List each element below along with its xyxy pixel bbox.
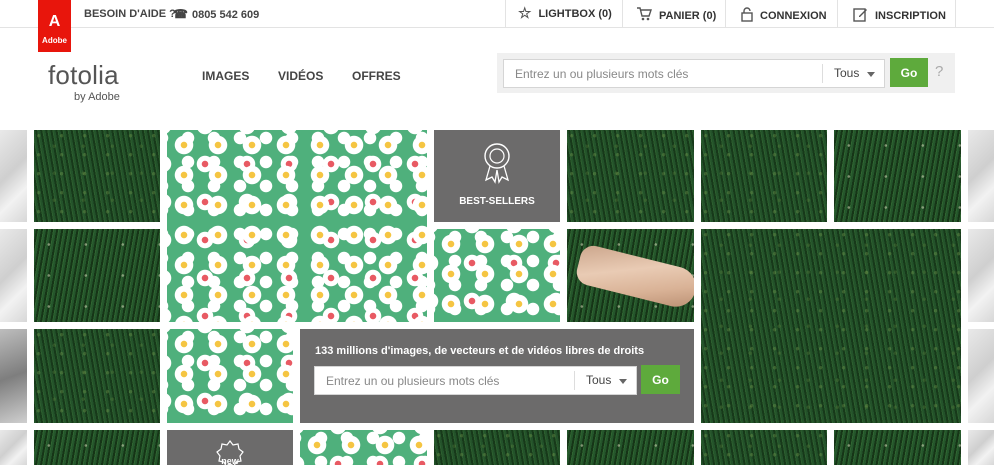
mosaic-tile[interactable] (300, 430, 427, 465)
mosaic-tile[interactable] (0, 229, 27, 322)
search-filter-value: Tous (834, 66, 860, 80)
fotolia-logo[interactable]: fotolia by Adobe (48, 62, 120, 103)
chevron-down-icon (867, 72, 875, 77)
bestsellers-card[interactable]: BEST-SELLERS (434, 130, 560, 222)
brand-name: fotolia (48, 60, 119, 90)
phone-icon: ☎ (173, 7, 188, 21)
mosaic-tile[interactable] (567, 130, 694, 222)
star-icon: ☆ (518, 5, 532, 22)
mosaic-tile[interactable] (567, 430, 694, 465)
search-help-icon[interactable]: ? (935, 63, 943, 80)
mosaic-tile-large[interactable] (167, 130, 427, 322)
search-box: Tous (503, 59, 885, 88)
login-label: CONNEXION (760, 10, 827, 22)
phone-text: 0805 542 609 (191, 9, 260, 21)
mosaic-tile[interactable] (434, 229, 560, 322)
promo-search-box: Tous (314, 366, 637, 395)
mosaic-tile[interactable] (34, 430, 160, 465)
mosaic-tile[interactable] (34, 229, 160, 322)
phone-number[interactable]: ☎ 0805 542 609 (173, 7, 259, 21)
help-label: BESOIN D'AIDE ? (84, 8, 176, 20)
divider (505, 0, 506, 28)
promo-headline: 133 millions d'images, de vecteurs et de… (315, 345, 645, 357)
mosaic-tile[interactable] (834, 430, 961, 465)
divider (622, 0, 623, 28)
mosaic-tile[interactable] (968, 430, 994, 465)
header-search: Tous Go ? (497, 53, 955, 93)
lock-icon (741, 7, 753, 25)
lightbox-label: LIGHTBOX (0) (538, 8, 612, 20)
mosaic-tile[interactable] (968, 130, 994, 222)
signup-label: INSCRIPTION (875, 10, 946, 22)
mosaic-tile[interactable] (701, 130, 827, 222)
adobe-logo-label: Adobe (42, 36, 67, 45)
nav-images[interactable]: IMAGES (202, 69, 249, 83)
cart-label: PANIER (0) (659, 9, 717, 22)
nav-videos[interactable]: VIDÉOS (278, 69, 323, 83)
lightbox-link[interactable]: ☆ LIGHTBOX (0) (518, 5, 612, 22)
mosaic-tile[interactable] (434, 430, 560, 465)
promo-search-card: 133 millions d'images, de vecteurs et de… (300, 329, 694, 423)
mosaic-tile[interactable] (0, 430, 27, 465)
login-link[interactable]: CONNEXION (741, 7, 827, 25)
adobe-logo[interactable]: A Adobe (38, 0, 71, 52)
cart-link[interactable]: PANIER (0) (636, 7, 716, 24)
divider (955, 0, 956, 28)
adobe-mark-icon: A (48, 13, 61, 30)
promo-go-button[interactable]: Go (641, 365, 680, 394)
promo-filter-value: Tous (586, 373, 612, 387)
mosaic-tile[interactable] (0, 130, 27, 222)
new-label: new (221, 456, 239, 465)
mosaic-tile[interactable] (701, 430, 827, 465)
mosaic-tile[interactable] (34, 329, 160, 423)
promo-search-input[interactable] (315, 367, 570, 394)
search-go-button[interactable]: Go (890, 58, 928, 87)
search-input[interactable] (504, 60, 814, 87)
hand-photo-detail (573, 243, 694, 311)
mosaic-tile[interactable] (167, 329, 293, 423)
top-utility-bar: BESOIN D'AIDE ? ☎ 0805 542 609 ☆ LIGHTBOX… (0, 0, 994, 28)
mosaic-tile[interactable] (968, 229, 994, 322)
bestsellers-label: BEST-SELLERS (459, 196, 535, 207)
cart-icon (636, 7, 652, 24)
edit-icon (853, 7, 868, 25)
brand-byline: by Adobe (74, 91, 120, 103)
divider (725, 0, 726, 28)
mosaic-tile-large[interactable] (701, 229, 961, 423)
divider (837, 0, 838, 28)
mosaic-tile[interactable] (0, 329, 27, 423)
ribbon-badge-icon (484, 143, 510, 184)
signup-link[interactable]: INSCRIPTION (853, 7, 946, 25)
search-filter-select[interactable]: Tous (822, 64, 884, 83)
chevron-down-icon (619, 379, 627, 384)
mosaic-tile[interactable] (968, 329, 994, 423)
mosaic-tile[interactable] (567, 229, 694, 322)
mosaic-tile[interactable] (834, 130, 961, 222)
promo-filter-select[interactable]: Tous (574, 371, 636, 390)
nav-offers[interactable]: OFFRES (352, 69, 401, 83)
mosaic-tile[interactable] (34, 130, 160, 222)
new-card[interactable]: new (167, 430, 293, 465)
